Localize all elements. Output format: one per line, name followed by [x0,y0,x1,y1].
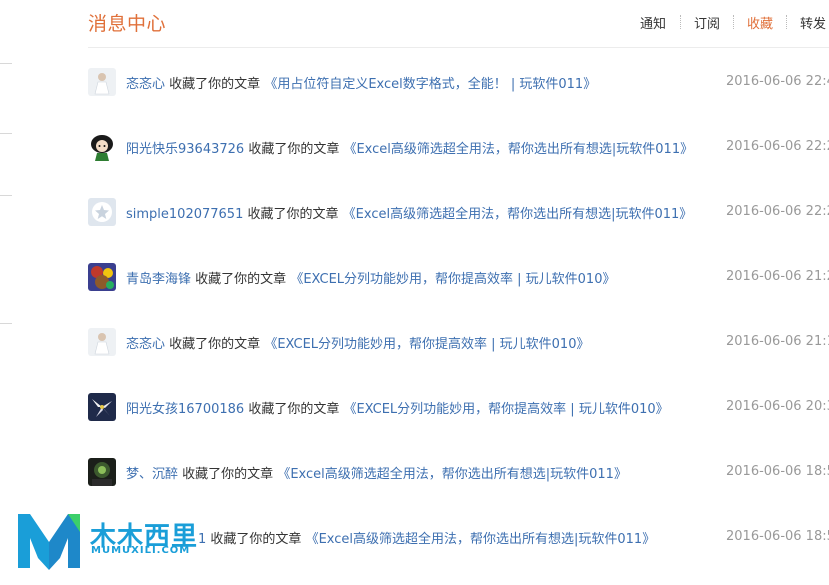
avatar[interactable] [88,133,116,161]
watermark-brand-en: MUMUXILI.COM [91,545,191,556]
article-link[interactable]: 《Excel高级筛选超全用法，帮你选出所有想选|玩软件011》 [306,532,656,547]
left-divider [0,323,12,324]
message-row: 阳光女孩16700186 收藏了你的文章 《EXCEL分列功能妙用，帮你提高效率… [88,393,829,421]
timestamp: 2016-06-06 18:5 [726,529,829,544]
message-row: 1 收藏了你的文章 《Excel高级筛选超全用法，帮你选出所有想选|玩软件011… [88,523,829,551]
article-link[interactable]: 《Excel高级筛选超全用法，帮你选出所有想选|玩软件011》 [277,467,627,482]
action-label: 收藏了你的文章 [248,402,340,417]
message-text: 忞忞心 收藏了你的文章 《用占位符自定义Excel数字格式，全能！ | 玩软件0… [126,73,596,92]
tab-separator [786,15,787,29]
tab-subscriptions[interactable]: 订阅 [694,13,720,32]
tab-separator [680,15,681,29]
timestamp: 2016-06-06 20:3 [726,399,829,414]
tab-reposts[interactable]: 转发 [800,13,826,32]
action-label: 收藏了你的文章 [210,532,302,547]
avatar[interactable] [88,458,116,486]
timestamp: 2016-06-06 22:2 [726,204,829,219]
article-link[interactable]: 《Excel高级筛选超全用法，帮你选出所有想选|玩软件011》 [343,142,693,157]
avatar[interactable] [88,393,116,421]
message-text: simple102077651 收藏了你的文章 《Excel高级筛选超全用法，帮… [126,203,692,222]
tab-favorites[interactable]: 收藏 [747,13,773,32]
article-link[interactable]: 《EXCEL分列功能妙用，帮你提高效率 | 玩儿软件010》 [264,337,589,352]
timestamp: 2016-06-06 18:5 [726,464,829,479]
left-divider [0,195,12,196]
message-text: 梦、沉醉 收藏了你的文章 《Excel高级筛选超全用法，帮你选出所有想选|玩软件… [126,463,627,482]
article-link[interactable]: 《Excel高级筛选超全用法，帮你选出所有想选|玩软件011》 [343,207,693,222]
page-title: 消息中心 [88,13,167,35]
message-text: 阳光快乐93643726 收藏了你的文章 《Excel高级筛选超全用法，帮你选出… [126,138,693,157]
timestamp: 2016-06-06 22:2 [726,139,829,154]
action-label: 收藏了你的文章 [169,337,261,352]
action-label: 收藏了你的文章 [195,272,287,287]
user-link[interactable]: 梦、沉醉 [126,467,178,482]
user-link[interactable]: 忞忞心 [126,77,165,92]
message-text: 1 收藏了你的文章 《Excel高级筛选超全用法，帮你选出所有想选|玩软件011… [198,528,655,547]
message-row: 阳光快乐93643726 收藏了你的文章 《Excel高级筛选超全用法，帮你选出… [88,133,829,161]
avatar[interactable] [88,263,116,291]
tab-notifications[interactable]: 通知 [640,13,666,32]
action-label: 收藏了你的文章 [182,467,274,482]
timestamp: 2016-06-06 22:4 [726,74,829,89]
mumuxili-logo-icon [18,514,80,570]
action-label: 收藏了你的文章 [248,142,340,157]
user-link[interactable]: 忞忞心 [126,337,165,352]
avatar[interactable] [88,198,116,226]
user-link[interactable]: simple102077651 [126,207,243,222]
message-row: 忞忞心 收藏了你的文章 《EXCEL分列功能妙用，帮你提高效率 | 玩儿软件01… [88,328,829,356]
action-label: 收藏了你的文章 [169,77,261,92]
timestamp: 2016-06-06 21:1 [726,334,829,349]
message-row: simple102077651 收藏了你的文章 《Excel高级筛选超全用法，帮… [88,198,829,226]
action-label: 收藏了你的文章 [247,207,339,222]
tab-separator [733,15,734,29]
user-link[interactable]: 1 [198,532,206,547]
article-link[interactable]: 《用占位符自定义Excel数字格式，全能！ | 玩软件011》 [264,77,596,92]
message-row: 忞忞心 收藏了你的文章 《用占位符自定义Excel数字格式，全能！ | 玩软件0… [88,68,829,96]
message-row: 梦、沉醉 收藏了你的文章 《Excel高级筛选超全用法，帮你选出所有想选|玩软件… [88,458,829,486]
left-divider [0,63,12,64]
message-text: 阳光女孩16700186 收藏了你的文章 《EXCEL分列功能妙用，帮你提高效率… [126,398,669,417]
left-divider [0,133,12,134]
user-link[interactable]: 阳光快乐93643726 [126,142,244,157]
article-link[interactable]: 《EXCEL分列功能妙用，帮你提高效率 | 玩儿软件010》 [343,402,668,417]
message-text: 忞忞心 收藏了你的文章 《EXCEL分列功能妙用，帮你提高效率 | 玩儿软件01… [126,333,589,352]
article-link[interactable]: 《EXCEL分列功能妙用，帮你提高效率 | 玩儿软件010》 [290,272,615,287]
timestamp: 2016-06-06 21:2 [726,269,829,284]
header-divider [88,47,829,48]
user-link[interactable]: 青岛李海锋 [126,272,191,287]
avatar[interactable] [88,68,116,96]
message-row: 青岛李海锋 收藏了你的文章 《EXCEL分列功能妙用，帮你提高效率 | 玩儿软件… [88,263,829,291]
avatar[interactable] [88,328,116,356]
user-link[interactable]: 阳光女孩16700186 [126,402,244,417]
message-text: 青岛李海锋 收藏了你的文章 《EXCEL分列功能妙用，帮你提高效率 | 玩儿软件… [126,268,615,287]
